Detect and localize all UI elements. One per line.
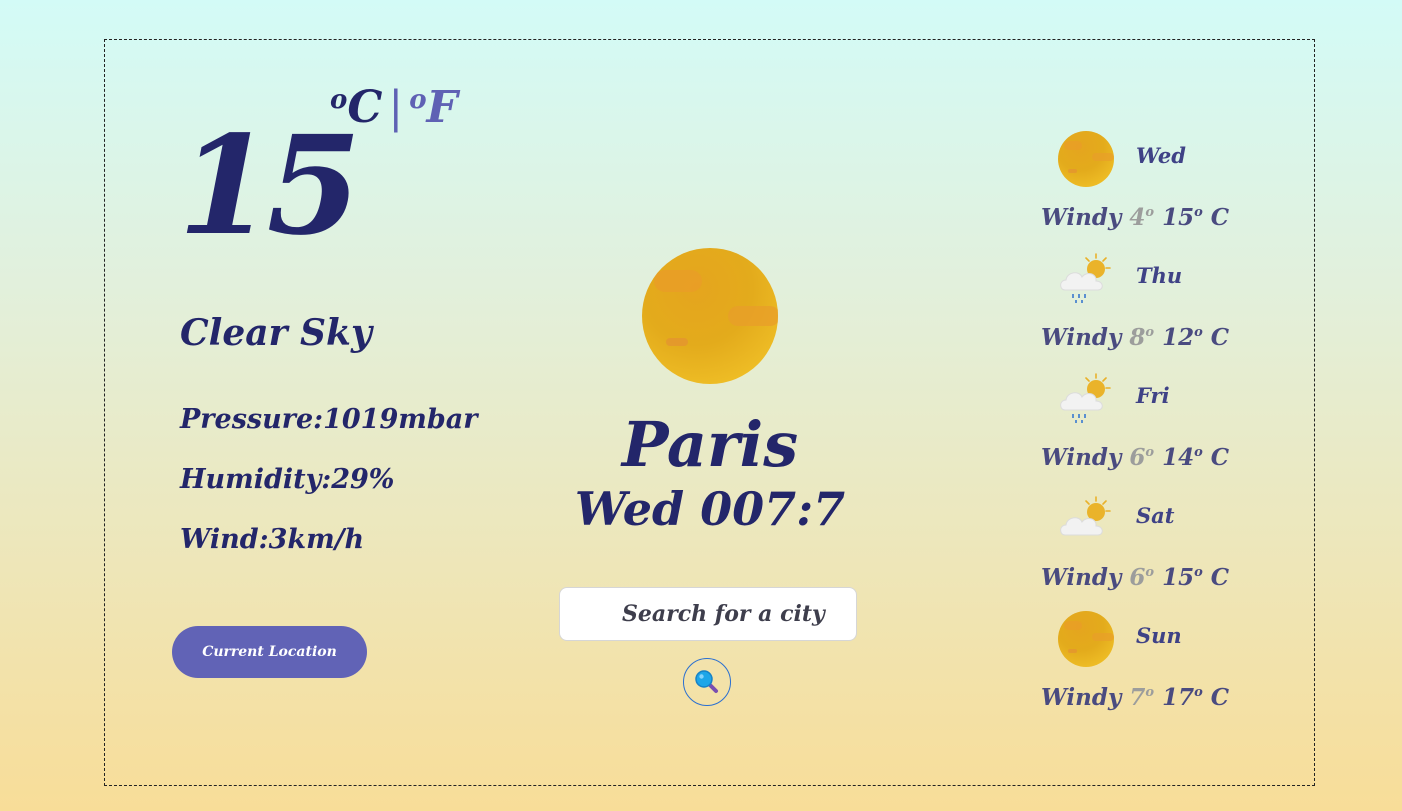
- magnifier-icon: [695, 670, 718, 693]
- sun-icon: [1058, 131, 1114, 187]
- forecast-day: Fri: [1136, 383, 1170, 408]
- sun-icon: [642, 248, 778, 384]
- forecast-day: Sat: [1136, 503, 1175, 528]
- unit-separator: |: [388, 82, 404, 133]
- forecast-summary: Windy 6o 14o C: [1041, 444, 1230, 471]
- weather-condition: Clear Sky: [180, 312, 372, 354]
- celsius-toggle[interactable]: oC: [330, 82, 382, 133]
- forecast-summary: Windy 8o 12o C: [1041, 324, 1230, 351]
- search-button[interactable]: [683, 658, 731, 706]
- cloud-sun-rain-icon: [1060, 373, 1111, 423]
- pressure-value: Pressure:1019mbar: [180, 404, 478, 435]
- fahrenheit-toggle[interactable]: oF: [409, 82, 458, 133]
- forecast-summary: Windy 7o 17o C: [1041, 684, 1230, 711]
- wind-value: Wind:3km/h: [180, 524, 365, 555]
- forecast-summary: Windy 4o 15o C: [1041, 204, 1230, 231]
- search-input[interactable]: [559, 587, 857, 641]
- city-name: Paris: [621, 408, 799, 481]
- cloud-sun-rain-icon: [1060, 253, 1111, 303]
- date-time: Wed 007:7: [574, 482, 846, 536]
- forecast-day: Wed: [1136, 143, 1186, 168]
- cloud-sun-icon: [1060, 496, 1111, 536]
- unit-toggle: oC | oF: [330, 86, 458, 130]
- forecast-day: Sun: [1136, 623, 1182, 648]
- current-temperature: 15: [178, 106, 361, 266]
- current-location-button[interactable]: Current Location: [172, 626, 367, 678]
- forecast-day: Thu: [1136, 263, 1183, 288]
- humidity-value: Humidity:29%: [180, 464, 395, 495]
- forecast-summary: Windy 6o 15o C: [1041, 564, 1230, 591]
- sun-icon: [1058, 611, 1114, 667]
